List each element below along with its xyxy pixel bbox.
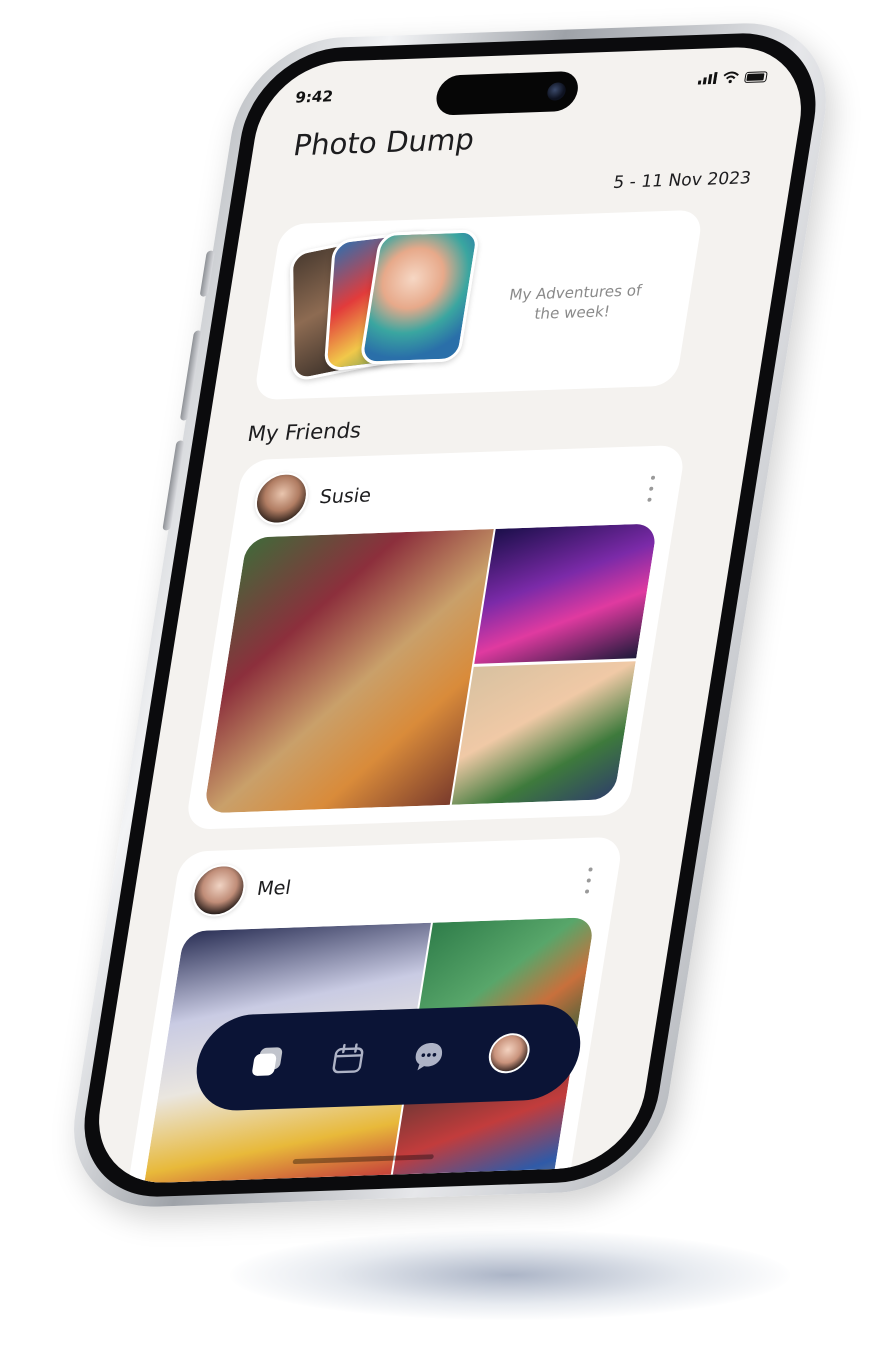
dynamic-island xyxy=(433,70,581,116)
phone-frame: 9:42 Photo Dump 5 - 11 Nov 2023 My Adven… xyxy=(59,20,841,1210)
avatar[interactable] xyxy=(188,863,250,918)
status-icons xyxy=(697,70,768,85)
tab-calendar[interactable] xyxy=(320,1034,376,1084)
friend-header: Mel xyxy=(188,862,295,918)
hero-caption: My Adventures of the week! xyxy=(508,281,643,323)
page-title: Photo Dump xyxy=(291,122,477,163)
weekly-dump-card[interactable]: My Adventures of the week! xyxy=(253,209,704,401)
phone-bezel: 9:42 Photo Dump 5 - 11 Nov 2023 My Adven… xyxy=(71,30,829,1200)
more-options-icon[interactable] xyxy=(639,475,663,502)
tab-messages[interactable] xyxy=(401,1031,457,1081)
more-options-icon[interactable] xyxy=(577,867,601,894)
camera-icon xyxy=(545,82,567,101)
tab-profile[interactable] xyxy=(481,1028,537,1078)
profile-avatar xyxy=(485,1032,533,1074)
friend-card[interactable]: Susie xyxy=(184,444,687,830)
chat-bubble-icon xyxy=(415,1043,443,1071)
mute-switch xyxy=(199,250,215,297)
stack-photo-front xyxy=(358,229,481,365)
photo-concert[interactable] xyxy=(474,523,658,665)
status-time: 9:42 xyxy=(293,87,335,107)
bottom-tab-bar xyxy=(189,1002,588,1113)
friend-name[interactable]: Susie xyxy=(318,485,373,509)
date-range: 5 - 11 Nov 2023 xyxy=(611,168,753,193)
wifi-icon xyxy=(723,71,739,84)
signal-icon xyxy=(697,72,718,85)
tab-home[interactable] xyxy=(240,1037,296,1087)
friend-name[interactable]: Mel xyxy=(255,877,292,900)
photo-collage[interactable] xyxy=(203,523,658,814)
calendar-icon xyxy=(332,1043,364,1074)
avatar[interactable] xyxy=(251,471,312,526)
section-title-friends: My Friends xyxy=(245,418,364,447)
battery-icon xyxy=(744,70,768,83)
phone-mockup: 9:42 Photo Dump 5 - 11 Nov 2023 My Adven… xyxy=(0,0,891,1353)
app-screen: 9:42 Photo Dump 5 - 11 Nov 2023 My Adven… xyxy=(87,44,813,1186)
photo-picnic[interactable] xyxy=(203,529,494,814)
photo-selfie[interactable] xyxy=(451,661,636,805)
friend-header: Susie xyxy=(251,470,375,526)
stack-icon xyxy=(252,1047,283,1076)
